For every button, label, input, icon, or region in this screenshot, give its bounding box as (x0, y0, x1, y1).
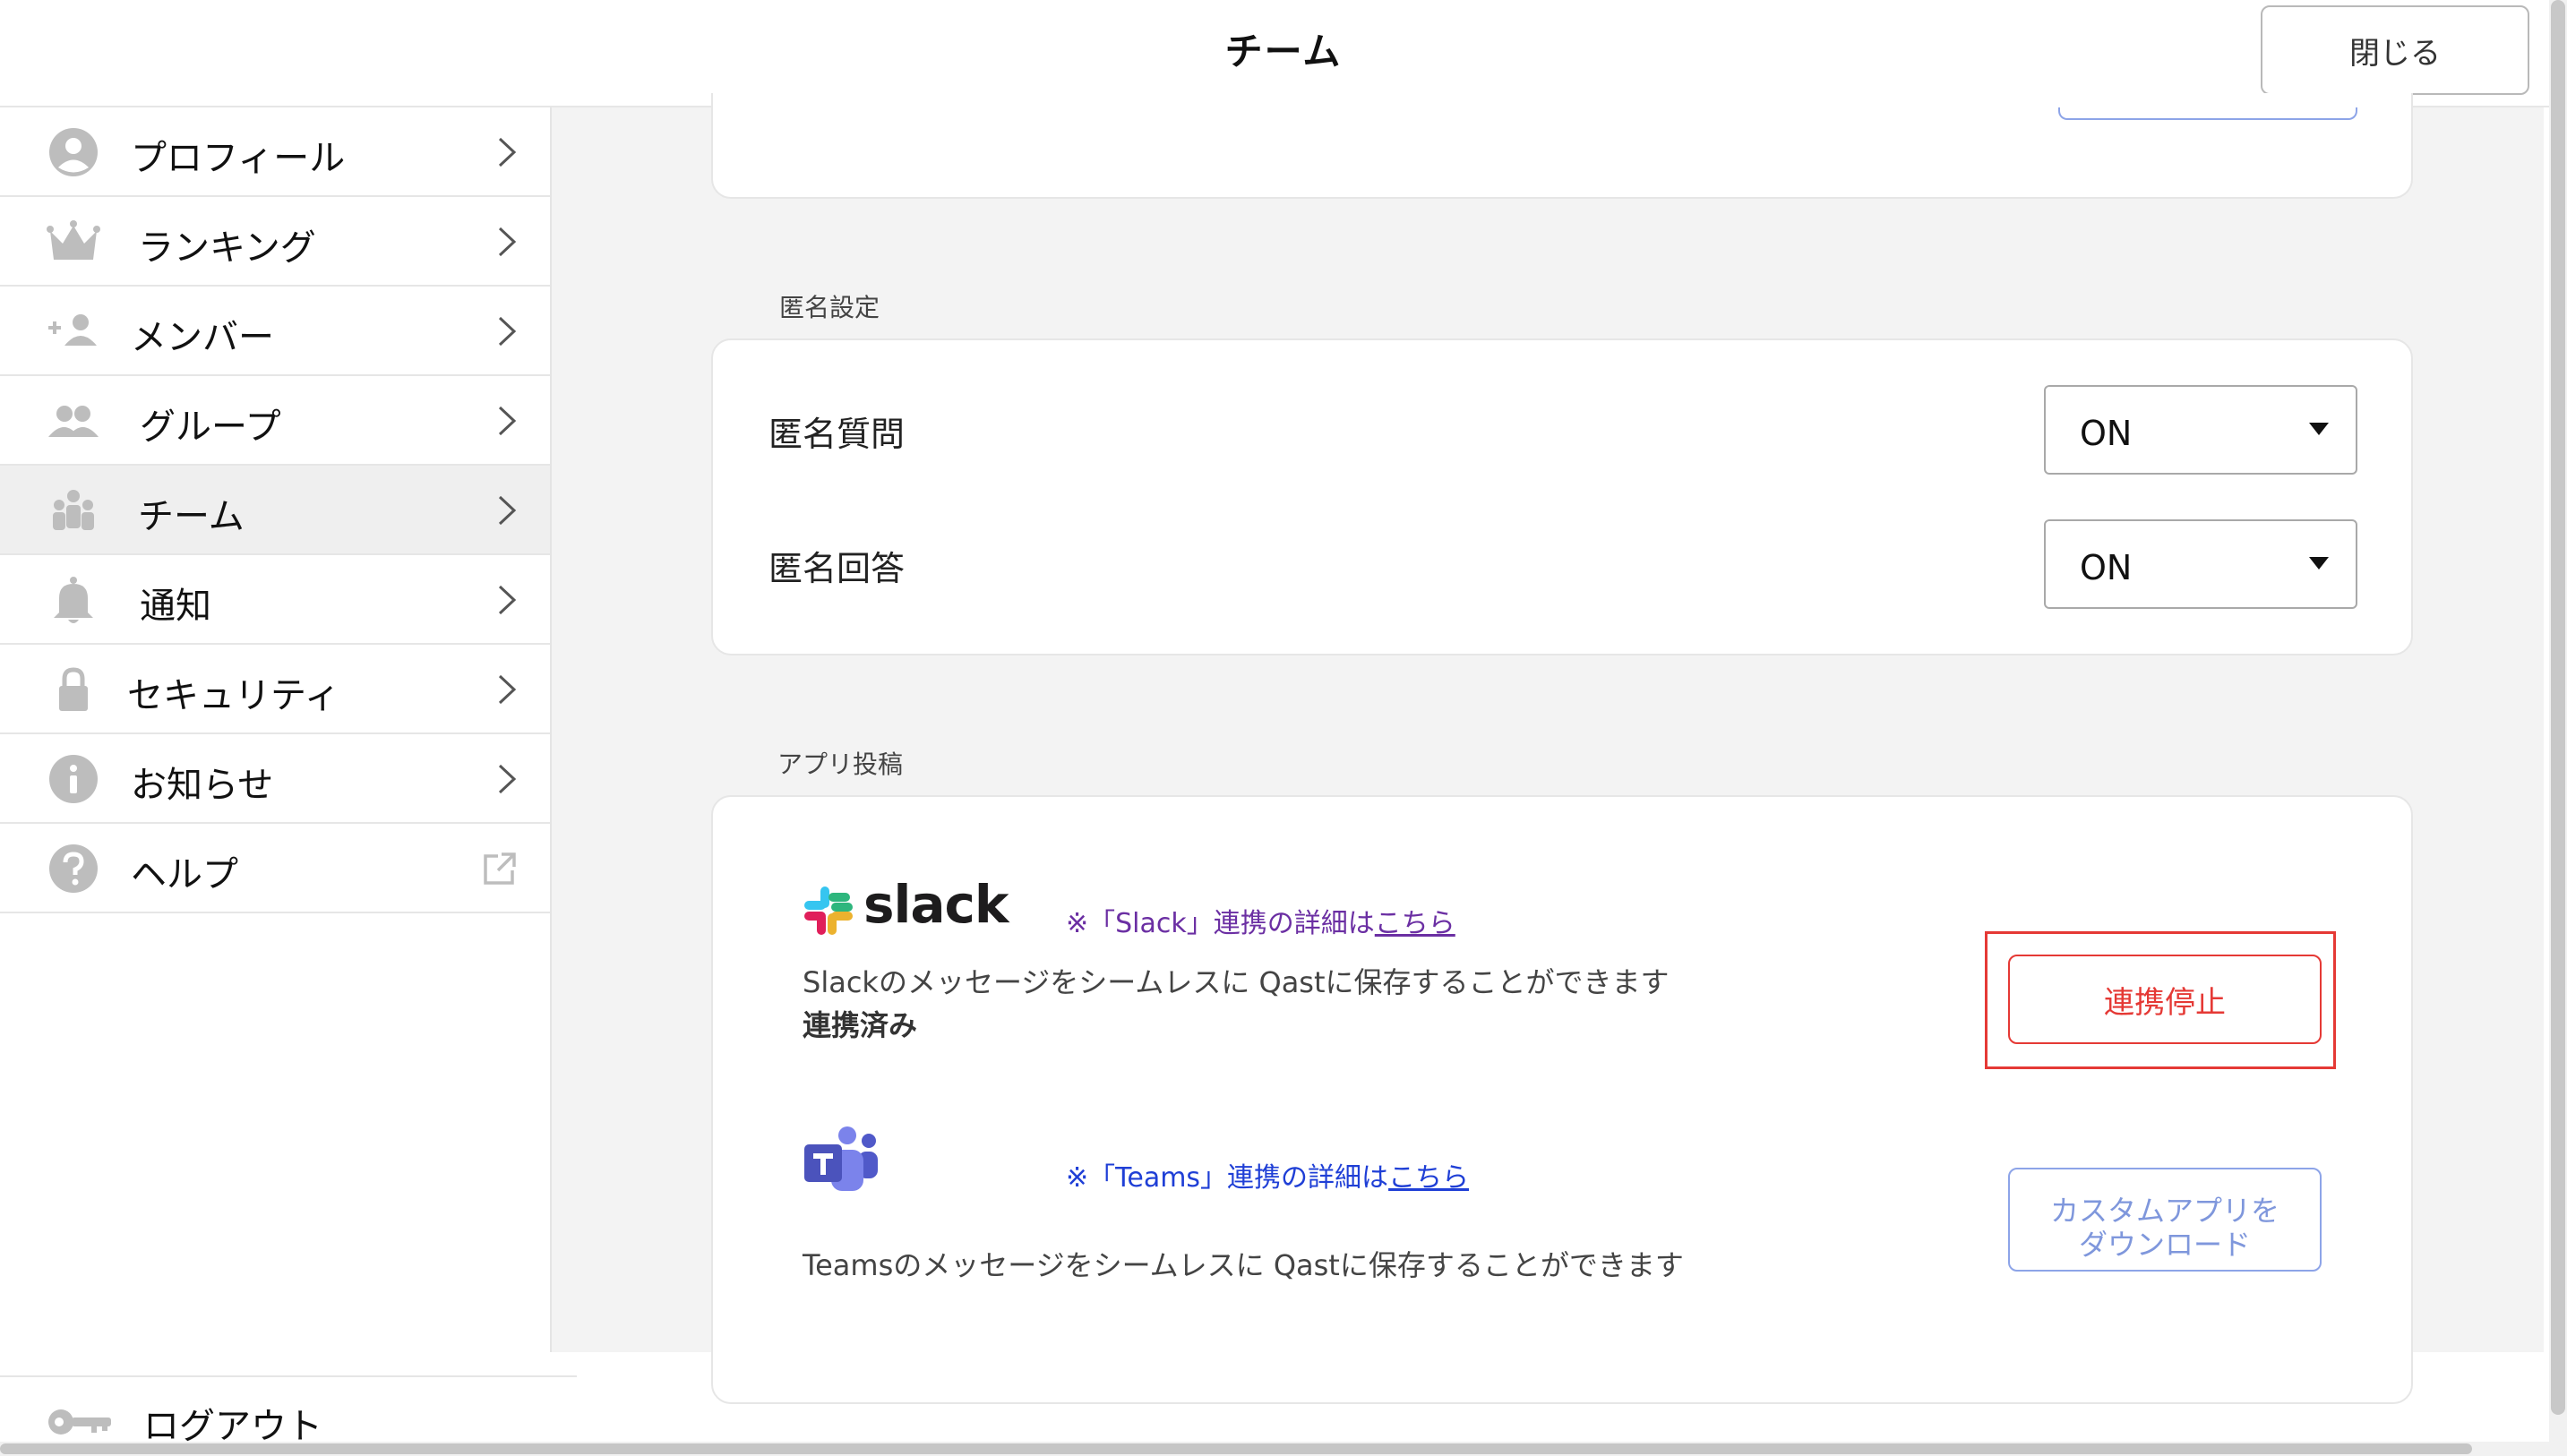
disconnect-slack-button[interactable]: 連携停止 (2008, 955, 2322, 1044)
select-value: ON (2080, 548, 2133, 587)
horizontal-scrollbar[interactable] (0, 1443, 2472, 1454)
chevron-right-icon (498, 137, 517, 167)
lock-icon (59, 667, 88, 711)
anonymous-section-label: 匿名設定 (779, 293, 880, 322)
teams-details-note: ※「Teams」連携の詳細はこちら (1066, 1155, 1469, 1195)
sidebar-item-label: セキュリティ (127, 675, 340, 716)
sidebar-item-groups[interactable]: グループ (0, 376, 550, 466)
download-custom-app-button[interactable]: カスタムアプリを ダウンロード (2008, 1168, 2322, 1272)
app-posting-section-label: アプリ投稿 (777, 749, 904, 779)
sidebar-divider (550, 107, 577, 1352)
teams-logo-icon (804, 1126, 878, 1191)
partial-button[interactable] (2058, 107, 2357, 120)
chevron-right-icon (498, 764, 517, 794)
anonymous-settings-card: 匿名質問 ON 匿名回答 ON (711, 338, 2413, 655)
sidebar-item-label: ランキング (138, 227, 316, 269)
slack-details-link[interactable]: こちら (1375, 908, 1455, 939)
sidebar-item-security[interactable]: セキュリティ (0, 645, 550, 734)
teams-note-text: ※「Teams」連携の詳細は (1066, 1162, 1389, 1194)
slack-logo-icon (804, 886, 853, 935)
anonymous-answer-label: 匿名回答 (768, 549, 906, 588)
sidebar-item-label: ヘルプ (131, 854, 238, 895)
slack-note-text: ※「Slack」連携の詳細は (1066, 908, 1375, 939)
download-button-line1: カスタムアプリを (2049, 1195, 2279, 1227)
teams-description: Teamsのメッセージをシームレスに Qastに保存することができます (803, 1248, 1684, 1282)
anonymous-question-label: 匿名質問 (768, 415, 906, 454)
sidebar-item-ranking[interactable]: ランキング (0, 197, 550, 287)
vertical-scrollbar[interactable] (2551, 0, 2565, 1415)
teams-details-link[interactable]: こちら (1388, 1162, 1469, 1194)
sidebar-item-label: 通知 (140, 586, 211, 627)
sidebar: プロフィール ランキング メンバー グループ チーム 通知 セキュリティ お知ら… (0, 107, 550, 1352)
sidebar-item-label: お知らせ (131, 765, 274, 806)
top-bar: チーム 閉じる (0, 0, 2567, 107)
chevron-right-icon (498, 227, 517, 257)
sidebar-item-label: グループ (140, 407, 281, 448)
chevron-right-icon (498, 495, 517, 526)
slack-details-note: ※「Slack」連携の詳細はこちら (1066, 901, 1455, 940)
sidebar-item-help[interactable]: ヘルプ (0, 824, 550, 913)
sidebar-item-label: メンバー (131, 317, 274, 358)
select-value: ON (2080, 414, 2133, 453)
key-icon (48, 1409, 111, 1435)
group-icon (48, 406, 99, 437)
info-icon (49, 755, 98, 803)
download-button-line2: ダウンロード (2078, 1229, 2251, 1261)
anonymous-answer-select[interactable]: ON (2044, 519, 2357, 609)
sidebar-item-profile[interactable]: プロフィール (0, 107, 550, 197)
chevron-right-icon (498, 406, 517, 436)
chevron-right-icon (498, 674, 517, 705)
sidebar-item-notifications[interactable]: 通知 (0, 555, 550, 645)
add-member-icon (48, 314, 97, 346)
bell-icon (54, 577, 93, 623)
dropdown-arrow-icon (2309, 423, 2329, 435)
chevron-right-icon (498, 316, 517, 347)
sidebar-item-label: チーム (138, 496, 245, 537)
sidebar-item-news[interactable]: お知らせ (0, 734, 550, 824)
slack-description: Slackのメッセージをシームレスに Qastに保存することができます (803, 965, 1670, 999)
chevron-right-icon (498, 585, 517, 615)
slack-status: 連携済み (803, 1008, 918, 1042)
page-title: チーム (1224, 30, 1343, 73)
close-button[interactable]: 閉じる (2261, 5, 2529, 95)
dropdown-arrow-icon (2309, 557, 2329, 570)
sidebar-item-members[interactable]: メンバー (0, 287, 550, 376)
profile-icon (49, 128, 98, 176)
sidebar-item-label: プロフィール (131, 138, 346, 179)
sidebar-item-team[interactable]: チーム (0, 466, 550, 555)
external-link-icon (484, 852, 516, 885)
team-icon (53, 490, 94, 530)
help-icon (49, 844, 98, 893)
crown-icon (47, 220, 100, 260)
slack-wordmark: slack (863, 874, 1009, 935)
anonymous-question-select[interactable]: ON (2044, 385, 2357, 475)
